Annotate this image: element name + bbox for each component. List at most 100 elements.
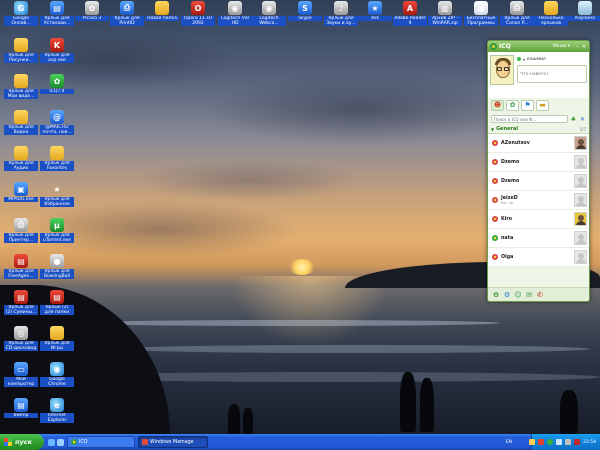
language-indicator[interactable]: EN: [506, 440, 512, 445]
desktop-icon[interactable]: S Skype: [288, 1, 322, 21]
taskbar-item-windows-manager[interactable]: Windows Mamage: [138, 436, 208, 448]
wallpaper-silhouette: [400, 372, 416, 432]
desktop-icon[interactable]: ◉ Logitech Vid HD: [218, 1, 252, 26]
start-button[interactable]: пуск: [0, 434, 44, 450]
desktop-icon[interactable]: ▤ Ярлык для Установи...: [40, 1, 74, 26]
people-icon[interactable]: ☺: [514, 291, 522, 299]
chevron-down-icon[interactable]: ▾: [523, 57, 525, 62]
tray-folder-icon[interactable]: [529, 439, 536, 445]
quick-launch-desktop-icon[interactable]: [57, 438, 64, 446]
desktop-icon[interactable]: ▤ Ярлык для FreeAgen...: [4, 254, 38, 279]
contact-avatar[interactable]: [574, 250, 587, 264]
desktop-icon[interactable]: ▦Бесплатные Программы Ру: [464, 1, 498, 26]
add-contact-icon[interactable]: ♣: [570, 116, 577, 123]
adobe-reader-icon: A: [403, 1, 417, 15]
desktop-icon[interactable]: Ярлык для Аудио: [4, 146, 38, 171]
flag-icon[interactable]: ⚑: [521, 100, 534, 111]
desktop-icon[interactable]: ▤ bwlmp: [4, 398, 38, 418]
message-icon[interactable]: ▬: [536, 100, 549, 111]
contact-avatar[interactable]: [574, 155, 587, 169]
contact-row[interactable]: Olga: [488, 248, 589, 267]
quick-launch-ie-icon[interactable]: [48, 438, 55, 446]
desktop-icon-label: Ярлык для avp.exe: [40, 53, 74, 63]
taskbar-item-icq[interactable]: ICQ: [67, 436, 135, 448]
icq-menu-button[interactable]: Меню ▾: [553, 44, 570, 49]
clock[interactable]: 22:54: [583, 440, 596, 445]
desktop-icon[interactable]: Ярлык для Видео: [4, 110, 38, 135]
desktop-icon[interactable]: ▣ MIPIDU.exe: [4, 182, 38, 202]
close-icon[interactable]: ✕: [581, 44, 587, 50]
desktop-icon[interactable]: ⎙ Ярлык для Canon P...: [500, 1, 534, 26]
desktop-icon[interactable]: ⎙ Ярлык для Принтер...: [4, 218, 38, 243]
desktop-icon[interactable]: ◎ Ярлык для CD-дисковод: [4, 326, 38, 351]
contact-row[interactable]: Dzemo: [488, 153, 589, 172]
desktop-icon[interactable]: ★ dvk: [358, 1, 392, 21]
desktop-icon[interactable]: ◉ Google Chrome: [40, 362, 74, 387]
minimize-icon[interactable]: –: [574, 44, 580, 50]
contact-avatar[interactable]: [574, 136, 587, 150]
status-message-input[interactable]: [517, 65, 587, 83]
chrome-icon: ◉: [50, 362, 64, 376]
contact-search-input[interactable]: [491, 115, 568, 123]
icq-window[interactable]: ICQ Меню ▾ – ✕ ▾ кошмил ☻ ✿ ⚑ ▬ ♣ ✕ ▼: [487, 40, 590, 302]
chat-tab-icon[interactable]: ✿: [506, 100, 519, 111]
contact-avatar[interactable]: [574, 174, 587, 188]
desktop-icon[interactable]: Ярлык для Favorites: [40, 146, 74, 171]
tray-icq-icon[interactable]: [547, 439, 554, 445]
contact-group-header[interactable]: ▼ General 1/7: [488, 125, 589, 134]
nickname-row[interactable]: ▾ кошмил: [517, 55, 587, 63]
desktop-icon[interactable]: Несколько ярлыков: [534, 1, 568, 26]
desktop-icon[interactable]: ♪ Ярлык для Звуки и ау...: [324, 1, 358, 26]
desktop-icon[interactable]: ◉ Logitech Webca...: [252, 1, 286, 26]
sms-icon[interactable]: ✆: [536, 291, 544, 299]
desktop-icon[interactable]: µ Ярлык для uTorrent.exe: [40, 218, 74, 243]
desktop-icon[interactable]: G Google Онлай...: [4, 1, 38, 26]
desktop-icon[interactable]: e Internet Explorer: [40, 398, 74, 423]
tray-network-icon[interactable]: [556, 439, 563, 445]
desktop-icon[interactable]: ▥ Архив ZIP - WinRAR.zip: [428, 1, 462, 26]
contact-avatar[interactable]: [574, 193, 587, 207]
tray-shield-icon[interactable]: [538, 439, 545, 445]
avatar-placeholder-body: [576, 183, 586, 187]
desktop-icon[interactable]: Ярлык для Игры: [40, 326, 74, 351]
games-icon[interactable]: ⚙: [503, 291, 511, 299]
online-status-icon[interactable]: [517, 57, 521, 61]
desktop-icon[interactable]: A Adobe Reader 9: [393, 1, 427, 26]
desktop-icon[interactable]: ● Ярлык для BowlingBall: [40, 254, 74, 279]
icq-flower-icon: [490, 43, 497, 50]
tray-volume-icon[interactable]: [565, 439, 572, 445]
icq-titlebar[interactable]: ICQ Меню ▾ – ✕: [488, 41, 589, 52]
desktop-icon[interactable]: ✿ ICQ7.4: [40, 74, 74, 94]
desktop-icon[interactable]: ▤ Ярлык для (2) Сумины...: [4, 290, 38, 315]
desktop-icon[interactable]: Ярлык для Мои виде...: [4, 74, 38, 99]
user-avatar[interactable]: [490, 55, 514, 85]
avatar-placeholder-body: [576, 221, 586, 225]
contact-row[interactable]: Dzemo: [488, 172, 589, 191]
contact-avatar[interactable]: [574, 212, 587, 226]
icq-menu-icon[interactable]: ✿: [492, 291, 500, 299]
tray-antivirus-icon[interactable]: [574, 439, 581, 445]
contact-row[interactable]: JeizeD Вы. пр.: [488, 191, 589, 210]
quick-launch: [48, 438, 64, 446]
desktop-icon[interactable]: ▤ Ярлык (2) для папки: [40, 290, 74, 315]
desktop-icon[interactable]: Новая папка: [145, 1, 179, 21]
desktop-icon[interactable]: ★ Ярлык для Избранное: [40, 182, 74, 207]
contact-row[interactable]: AZenutsov: [488, 134, 589, 153]
desktop-icon[interactable]: ⎙ Ярлык для PrintID: [110, 1, 144, 26]
desktop-icon[interactable]: @ @MAIL.RU почта, нов...: [40, 110, 74, 135]
group-expand-icon[interactable]: ▼: [491, 127, 494, 132]
contacts-tab-icon[interactable]: ☻: [491, 100, 504, 111]
email-icon[interactable]: ✉: [525, 291, 533, 299]
desktop-icon[interactable]: ▭ Мой компьютер: [4, 362, 38, 387]
desktop-icon[interactable]: O Opera 11.10 2092: [181, 1, 215, 26]
desktop-icon[interactable]: K Ярлык для avp.exe: [40, 38, 74, 63]
contact-row[interactable]: nata: [488, 229, 589, 248]
contact-row[interactable]: Kiro: [488, 210, 589, 229]
opera-icon: O: [191, 1, 205, 15]
avatar-placeholder-body: [576, 164, 586, 168]
contact-avatar[interactable]: [574, 231, 587, 245]
desktop-icon[interactable]: ✿ Picasa 3: [75, 1, 109, 21]
desktop-icon[interactable]: Корзина: [568, 1, 600, 21]
tools-icon[interactable]: ✕: [579, 116, 586, 123]
desktop-icon[interactable]: Ярлык для Рисунки...: [4, 38, 38, 63]
